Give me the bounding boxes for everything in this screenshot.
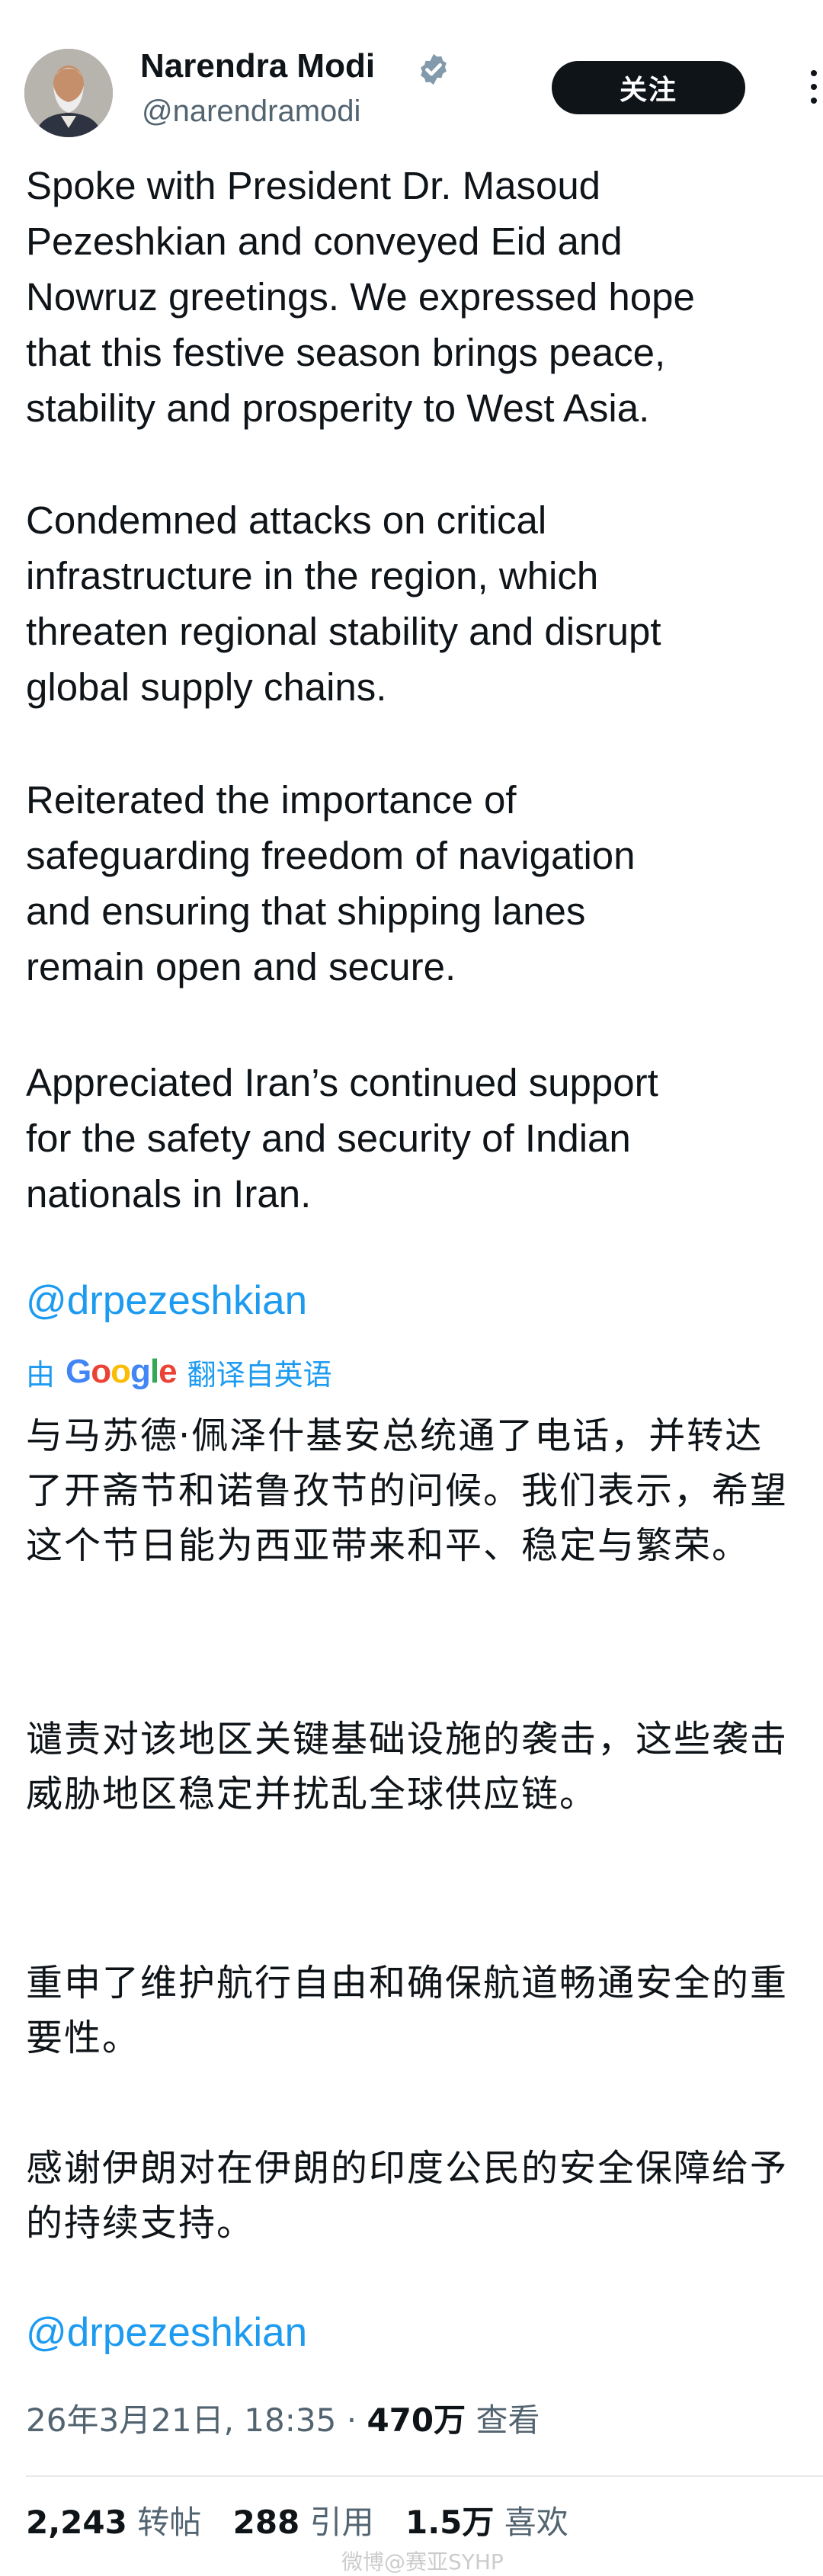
- likes-stat[interactable]: 1.5万 喜欢: [405, 2504, 568, 2541]
- more-options-icon[interactable]: [805, 64, 823, 110]
- author-handle[interactable]: @narendramodi: [142, 95, 360, 129]
- watermark: 微博@赛亚SYHP: [341, 2549, 504, 2574]
- quotes-stat[interactable]: 288 引用: [233, 2504, 374, 2541]
- translated-paragraph: 与马苏德·佩泽什基安总统通了电话，并转达了开斋节和诺鲁孜节的问候。我们表示，希望…: [26, 1415, 789, 1567]
- author-name[interactable]: Narendra Modi: [140, 47, 375, 85]
- post-meta: 26年3月21日, 18:35 · 470万 查看: [26, 2395, 540, 2441]
- divider: [26, 2475, 823, 2477]
- translation-suffix: 翻译自英语: [187, 1357, 332, 1392]
- reposts-label: 转帖: [137, 2504, 202, 2541]
- avatar-photo: [24, 49, 113, 137]
- views-label: 查看: [476, 2401, 540, 2439]
- reposts-stat[interactable]: 2,243 转帖: [26, 2504, 201, 2541]
- post-paragraph: Condemned attacks on critical infrastruc…: [26, 498, 661, 709]
- post-paragraph: Reiterated the importance of safeguardin…: [26, 778, 636, 988]
- views-count: 470万: [367, 2401, 466, 2439]
- quotes-count: 288: [232, 2504, 300, 2541]
- post-paragraph: Appreciated Iran’s continued support for…: [26, 1061, 658, 1216]
- likes-count: 1.5万: [405, 2504, 495, 2541]
- mention-link[interactable]: @drpezeshkian: [26, 2309, 307, 2356]
- translated-paragraph: 感谢伊朗对在伊朗的印度公民的安全保障给予的持续支持。: [26, 2147, 789, 2244]
- follow-button[interactable]: 关注: [552, 61, 745, 114]
- meta-separator: ·: [346, 2401, 357, 2439]
- post-paragraph: Spoke with President Dr. Masoud Pezeshki…: [26, 164, 695, 430]
- author-avatar[interactable]: [24, 49, 113, 137]
- mention-link[interactable]: @drpezeshkian: [26, 1277, 307, 1324]
- post-timestamp[interactable]: 26年3月21日, 18:35: [26, 2401, 336, 2439]
- translation-prefix: 由: [26, 1357, 56, 1392]
- post-page: Narendra Modi @narendramodi 关注 Spoke wit…: [0, 0, 823, 2574]
- quotes-label: 引用: [309, 2504, 374, 2541]
- translated-paragraph: 重申了维护航行自由和确保航道畅通安全的重要性。: [26, 1962, 789, 2059]
- reposts-count: 2,243: [26, 2504, 127, 2541]
- translation-attribution[interactable]: 由 Google 翻译自英语: [26, 1350, 332, 1393]
- verified-badge-icon: [421, 53, 447, 85]
- likes-label: 喜欢: [504, 2504, 568, 2541]
- translated-paragraph: 谴责对该地区关键基础设施的袭击，这些袭击威胁地区稳定并扰乱全球供应链。: [26, 1718, 789, 1815]
- google-logo: Google: [66, 1353, 178, 1390]
- engagement-stats: 2,243 转帖 288 引用 1.5万 喜欢: [26, 2497, 568, 2543]
